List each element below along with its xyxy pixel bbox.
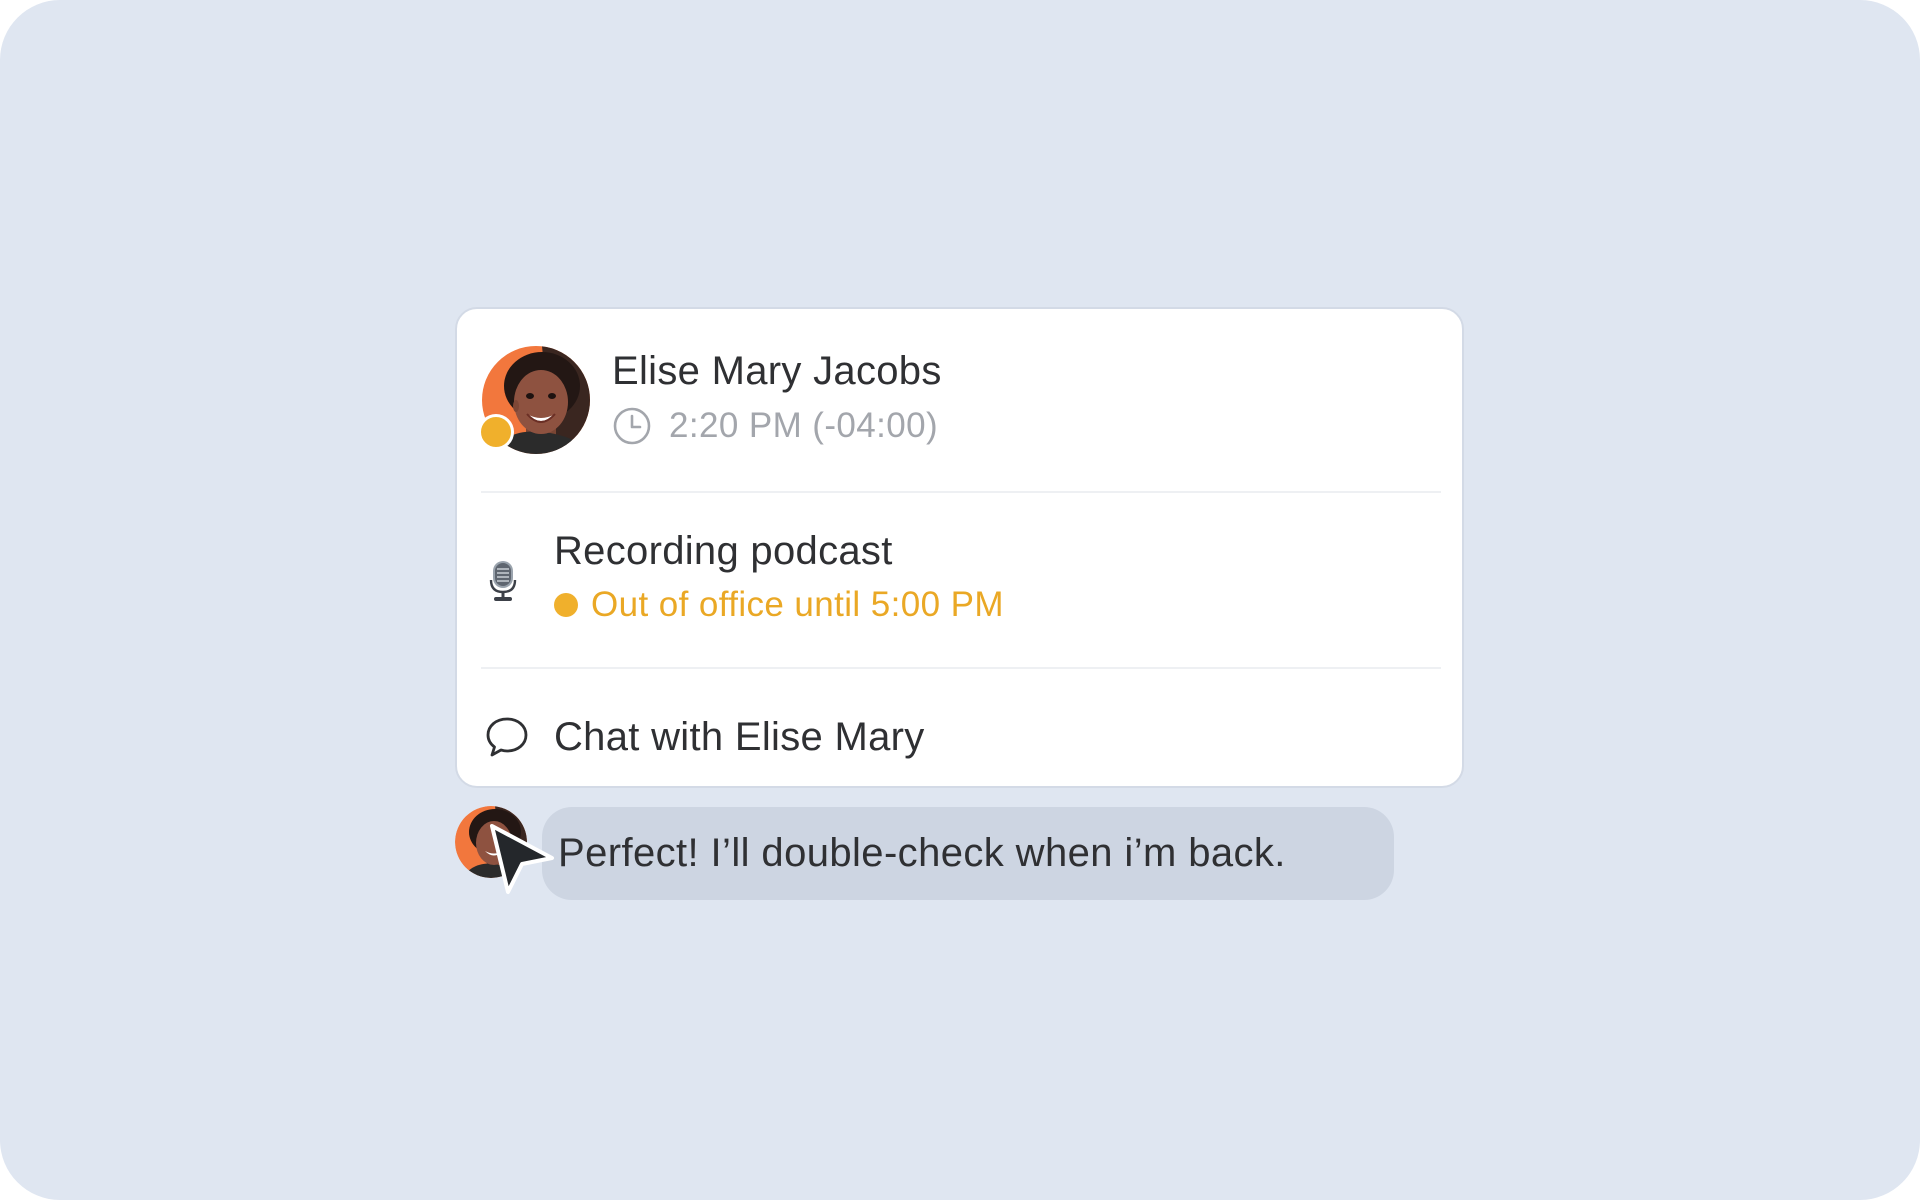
availability-text: Out of office until 5:00 PM bbox=[591, 585, 1004, 624]
chat-with-button[interactable]: Chat with Elise Mary bbox=[481, 702, 1441, 772]
away-dot bbox=[554, 593, 578, 617]
divider bbox=[481, 491, 1441, 493]
divider bbox=[481, 667, 1441, 669]
app-background: Elise Mary Jacobs 2:20 PM (-04:00) Recor… bbox=[0, 0, 1920, 1200]
clock-icon bbox=[613, 407, 651, 445]
local-time-text: 2:20 PM (-04:00) bbox=[669, 406, 939, 445]
presence-status-dot bbox=[478, 414, 514, 450]
profile-avatar[interactable] bbox=[478, 346, 590, 454]
message-text: Perfect! I’ll double-check when i’m back… bbox=[558, 831, 1286, 875]
speech-bubble-icon bbox=[486, 717, 528, 757]
profile-name: Elise Mary Jacobs bbox=[612, 349, 942, 393]
profile-card: Elise Mary Jacobs 2:20 PM (-04:00) Recor… bbox=[455, 307, 1464, 788]
local-time-row: 2:20 PM (-04:00) bbox=[612, 405, 938, 447]
mouse-pointer-icon bbox=[490, 824, 554, 894]
microphone-icon bbox=[489, 561, 517, 601]
status-title: Recording podcast bbox=[554, 529, 893, 573]
chat-label: Chat with Elise Mary bbox=[554, 714, 925, 759]
availability-row: Out of office until 5:00 PM bbox=[554, 585, 1004, 625]
message-bubble[interactable]: Perfect! I’ll double-check when i’m back… bbox=[542, 807, 1394, 900]
